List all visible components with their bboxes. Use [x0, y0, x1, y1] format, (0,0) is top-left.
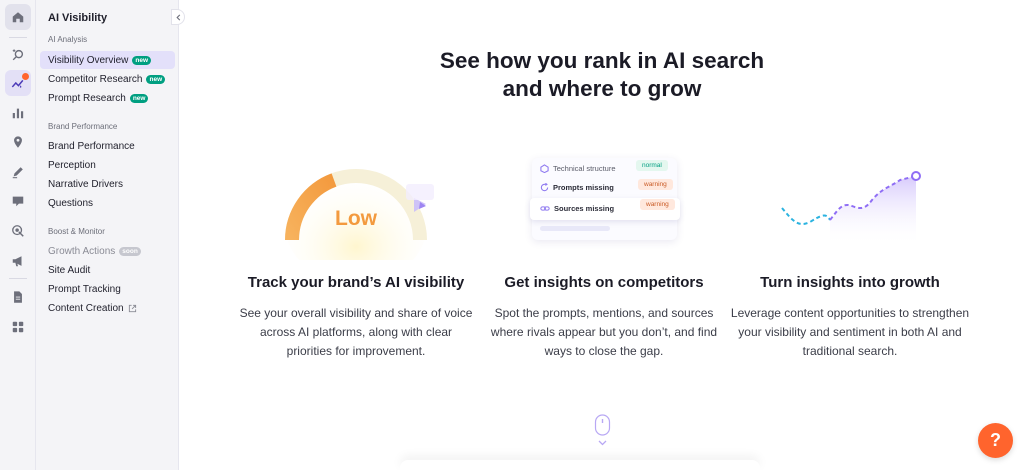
sidebar-item-label: Visibility Overview [48, 54, 129, 66]
placeholder-bar [540, 226, 610, 231]
insight-row-prompts: Prompts missing [540, 183, 614, 192]
sidebar-item-label: Prompt Research [48, 92, 126, 104]
document-icon[interactable] [5, 284, 31, 310]
card-title: Turn insights into growth [760, 274, 940, 291]
insight-row-sources: Sources missing [540, 204, 614, 213]
chat-bubble-icon[interactable] [5, 188, 31, 214]
page-headline: See how you rank in AI search and where … [180, 47, 1024, 103]
refresh-prompt-icon [540, 183, 549, 192]
insight-row-technical: Technical structure [540, 164, 616, 173]
insight-row-label: Prompts missing [553, 183, 614, 192]
target-cursor-icon[interactable] [5, 218, 31, 244]
location-pin-icon[interactable] [5, 129, 31, 155]
help-button[interactable]: ? [978, 423, 1013, 458]
main-content: See how you rank in AI search and where … [180, 0, 1024, 470]
sidebar-item-label: Brand Performance [48, 140, 135, 152]
sidebar-item-label: Narrative Drivers [48, 178, 124, 190]
sidebar-item-narrative-drivers[interactable]: Narrative Drivers [40, 175, 175, 193]
megaphone-icon[interactable] [5, 248, 31, 274]
sidebar-item-content-creation[interactable]: Content Creation [40, 299, 175, 317]
gauge-level-label: Low [335, 207, 377, 230]
card-description: See your overall visibility and share of… [239, 306, 473, 358]
sidebar-item-competitor-research[interactable]: Competitor Research new [40, 70, 175, 88]
sidebar-title: AI Visibility [48, 12, 108, 24]
sidebar-item-site-audit[interactable]: Site Audit [40, 261, 175, 279]
bar-chart-icon[interactable] [5, 100, 31, 126]
sidebar-item-label: Prompt Tracking [48, 283, 121, 295]
sidebar-item-prompt-tracking[interactable]: Prompt Tracking [40, 280, 175, 298]
visibility-gauge-illustration [284, 160, 434, 260]
section-boost-monitor: Boost & Monitor [48, 227, 105, 236]
notification-dot [22, 73, 29, 80]
card-title: Get insights on competitors [504, 274, 704, 291]
competitor-insights-illustration: Technical structure normal Prompts missi… [484, 150, 724, 260]
new-badge: new [129, 93, 149, 103]
scroll-down-icon[interactable] [594, 414, 611, 448]
card-title: Track your brand’s AI visibility [247, 274, 465, 291]
sidebar-item-label: Content Creation [48, 302, 124, 314]
card-description: Spot the prompts, mentions, and sources … [490, 306, 718, 358]
sidebar-item-prompt-research[interactable]: Prompt Research new [40, 89, 175, 107]
status-badge-normal: normal [636, 160, 668, 171]
sidebar-item-label: Competitor Research [48, 73, 143, 85]
headline-line-1: See how you rank in AI search [439, 48, 765, 73]
home-icon[interactable] [5, 4, 31, 30]
new-badge: new [132, 55, 152, 65]
sidebar-item-label: Growth Actions [48, 245, 116, 257]
apps-grid-icon[interactable] [5, 314, 31, 340]
growth-trend-illustration [781, 171, 921, 246]
icon-rail [0, 0, 36, 470]
soon-badge: soon [119, 246, 141, 256]
sidebar-item-growth-actions[interactable]: Growth Actions soon [40, 242, 175, 260]
section-ai-analysis: AI Analysis [48, 35, 88, 44]
rail-divider [9, 278, 27, 279]
link-icon [540, 206, 550, 211]
external-link-icon [128, 304, 136, 312]
status-badge-warning: warning [638, 179, 673, 190]
rail-divider [9, 37, 27, 38]
insight-row-label: Sources missing [554, 204, 615, 213]
sidebar-item-perception[interactable]: Perception [40, 156, 175, 174]
card-description: Leverage content opportunities to streng… [730, 306, 970, 358]
sidebar-item-label: Site Audit [48, 264, 91, 276]
sidebar-item-label: Questions [48, 197, 94, 209]
sidebar: AI Visibility AI Analysis Visibility Ove… [36, 0, 185, 470]
pencil-icon[interactable] [5, 159, 31, 185]
sidebar-item-visibility-overview[interactable]: Visibility Overview new [40, 51, 175, 69]
structure-icon [540, 164, 549, 173]
headline-line-2: and where to grow [502, 76, 702, 101]
sidebar-item-questions[interactable]: Questions [40, 194, 175, 212]
status-badge-warning: warning [640, 199, 675, 210]
insight-row-label: Technical structure [553, 164, 616, 173]
new-badge: new [146, 74, 166, 84]
ai-search-icon[interactable] [5, 42, 31, 68]
sidebar-item-brand-performance[interactable]: Brand Performance [40, 137, 175, 155]
section-brand-performance: Brand Performance [48, 122, 118, 131]
bottom-panel-edge [400, 460, 760, 470]
trend-sparkle-icon[interactable] [5, 70, 31, 96]
sidebar-item-label: Perception [48, 159, 96, 171]
